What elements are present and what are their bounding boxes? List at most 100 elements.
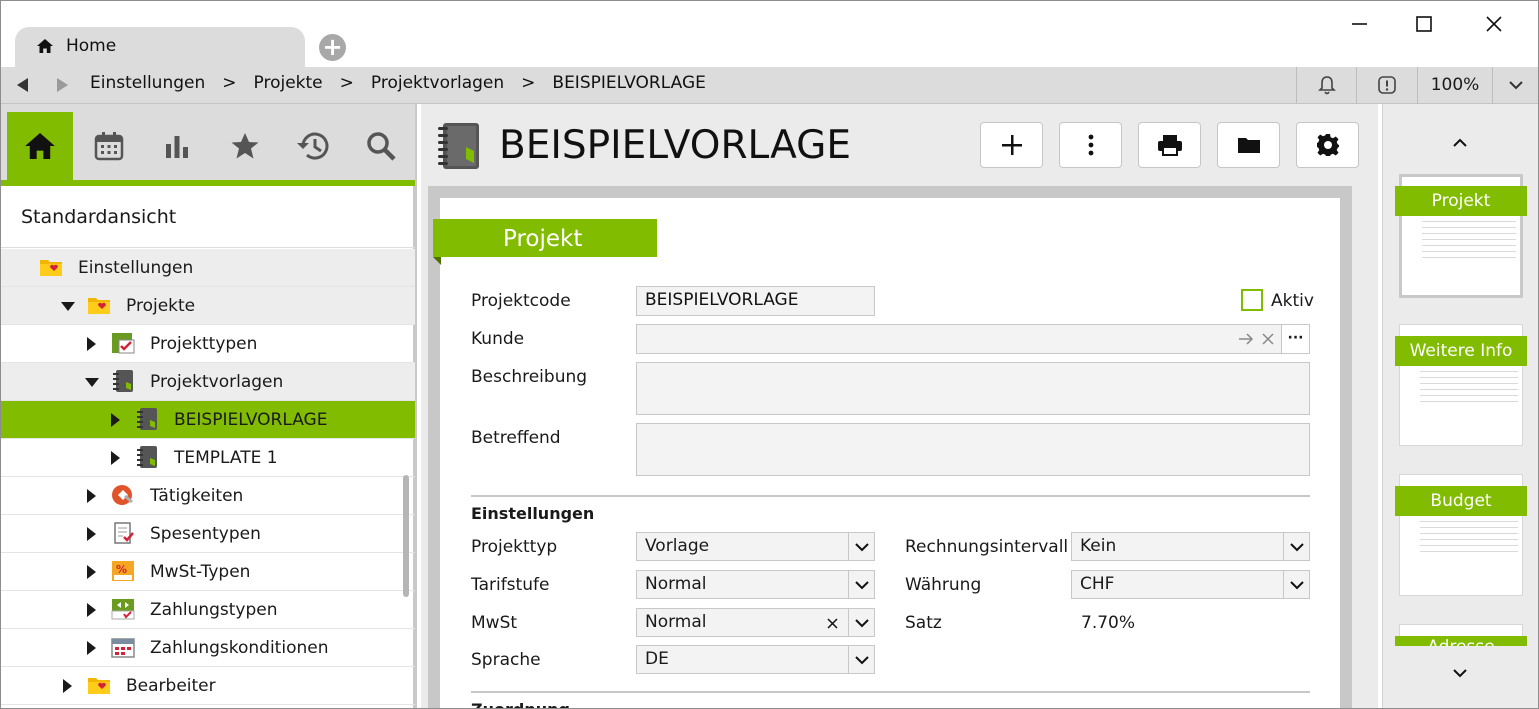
sidebar-favorites-button[interactable] bbox=[212, 112, 278, 180]
bar-chart-icon bbox=[166, 136, 188, 158]
zoom-level[interactable]: 100% bbox=[1417, 67, 1492, 103]
settings-button[interactable] bbox=[1296, 122, 1359, 168]
chevron-down-icon bbox=[854, 655, 869, 664]
minimize-icon[interactable] bbox=[1339, 9, 1379, 39]
tree-item[interactable]: BEISPIELVORLAGE bbox=[1, 401, 415, 439]
chevron-down-icon bbox=[854, 580, 869, 589]
tab-home[interactable]: Home bbox=[15, 27, 305, 67]
sidebar: Standardansicht Einstellungen Projekte Pro… bbox=[1, 104, 417, 708]
notebook-icon bbox=[135, 446, 159, 468]
breadcrumb-separator: > bbox=[521, 73, 536, 93]
tree-item[interactable]: Einstellungen bbox=[1, 249, 415, 287]
new-tab-button[interactable]: + bbox=[319, 34, 346, 61]
sidebar-search-button[interactable] bbox=[348, 112, 414, 180]
tree-item[interactable]: Bearbeiter bbox=[1, 667, 415, 705]
back-arrow-icon[interactable] bbox=[17, 78, 29, 92]
tree-item[interactable]: Projektvorlagen bbox=[1, 363, 415, 401]
kunde-field[interactable] bbox=[636, 324, 1310, 354]
sprache-value: DE bbox=[645, 649, 669, 669]
collapse-arrow-icon[interactable] bbox=[111, 451, 120, 465]
alert-button[interactable] bbox=[1356, 67, 1417, 103]
tree-item[interactable]: Projekte bbox=[1, 287, 415, 325]
waehrung-select[interactable]: CHF bbox=[1071, 570, 1310, 599]
sprache-select[interactable]: DE bbox=[636, 645, 875, 674]
tarifstufe-select[interactable]: Normal bbox=[636, 570, 875, 599]
maximize-icon[interactable] bbox=[1404, 9, 1444, 39]
dropdown-toggle[interactable] bbox=[848, 646, 874, 673]
sidebar-calendar-button[interactable] bbox=[76, 112, 142, 180]
chevron-down-icon bbox=[1508, 81, 1523, 90]
collapse-arrow-icon[interactable] bbox=[87, 337, 96, 351]
sidebar-history-button[interactable] bbox=[280, 112, 346, 180]
tree-item-label: BEISPIELVORLAGE bbox=[174, 410, 328, 430]
tree-item[interactable]: Spesentypen bbox=[1, 515, 415, 553]
chevron-up-icon[interactable] bbox=[1451, 136, 1469, 148]
einstellungen-heading: Einstellungen bbox=[471, 504, 595, 523]
tree-item[interactable]: Tätigkeiten bbox=[1, 477, 415, 515]
tree-item[interactable]: Projekttypen bbox=[1, 325, 415, 363]
chevron-down-icon[interactable] bbox=[1451, 668, 1469, 680]
chevron-down-icon bbox=[1289, 542, 1304, 551]
more-options-button[interactable] bbox=[1059, 122, 1122, 168]
collapse-arrow-icon[interactable] bbox=[87, 489, 96, 503]
breadcrumb-separator: > bbox=[339, 73, 354, 93]
expand-arrow-icon[interactable] bbox=[61, 302, 75, 311]
zoom-dropdown[interactable] bbox=[1492, 67, 1538, 103]
tree-item-label: Projekte bbox=[126, 296, 196, 316]
rechnungsintervall-select[interactable]: Kein bbox=[1071, 532, 1310, 561]
projekttyp-select[interactable]: Vorlage bbox=[636, 532, 875, 561]
dropdown-toggle[interactable] bbox=[1283, 571, 1309, 598]
tree-item[interactable]: Zahlungstypen bbox=[1, 591, 415, 629]
forward-arrow-icon[interactable] bbox=[56, 78, 68, 92]
tree-item-label: TEMPLATE 1 bbox=[174, 448, 278, 468]
breadcrumb-item[interactable]: Projektvorlagen bbox=[371, 73, 504, 93]
kunde-label: Kunde bbox=[471, 329, 525, 349]
collapse-arrow-icon[interactable] bbox=[87, 603, 96, 617]
projektcode-field[interactable]: BEISPIELVORLAGE bbox=[636, 286, 875, 316]
add-button[interactable] bbox=[980, 122, 1043, 168]
betreffend-field[interactable] bbox=[636, 423, 1310, 476]
beschreibung-label: Beschreibung bbox=[471, 367, 588, 387]
sidebar-toolbar bbox=[1, 104, 415, 186]
close-icon[interactable] bbox=[1474, 9, 1514, 39]
mwst-select[interactable]: Normal bbox=[636, 608, 875, 637]
collapse-arrow-icon[interactable] bbox=[87, 641, 96, 655]
expand-arrow-icon[interactable] bbox=[85, 378, 99, 387]
beschreibung-field[interactable] bbox=[636, 362, 1310, 415]
dropdown-toggle[interactable] bbox=[848, 533, 874, 560]
breadcrumb-item[interactable]: BEISPIELVORLAGE bbox=[552, 73, 705, 93]
dropdown-toggle[interactable] bbox=[848, 571, 874, 598]
arrow-right-icon[interactable] bbox=[1238, 332, 1254, 346]
notification-button[interactable] bbox=[1296, 67, 1356, 103]
dropdown-toggle[interactable] bbox=[848, 609, 874, 636]
payment-type-icon bbox=[111, 598, 135, 620]
waehrung-value: CHF bbox=[1080, 574, 1115, 594]
breadcrumb-item[interactable]: Projekte bbox=[254, 73, 323, 93]
page-title: BEISPIELVORLAGE bbox=[499, 123, 852, 168]
clear-icon[interactable] bbox=[827, 618, 838, 629]
collapse-arrow-icon[interactable] bbox=[87, 527, 96, 541]
clear-icon[interactable] bbox=[1262, 333, 1274, 345]
collapse-arrow-icon[interactable] bbox=[111, 413, 120, 427]
tree-item[interactable]: % MwSt-Typen bbox=[1, 553, 415, 591]
tree-item-label: Tätigkeiten bbox=[150, 486, 244, 506]
projekttyp-value: Vorlage bbox=[645, 536, 710, 556]
tree-item-label: Spesentypen bbox=[150, 524, 261, 544]
collapse-arrow-icon[interactable] bbox=[63, 679, 72, 693]
zuordnung-heading: Zuordnung bbox=[471, 700, 570, 708]
folder-button[interactable] bbox=[1217, 122, 1280, 168]
tree-item-label: Einstellungen bbox=[78, 258, 194, 278]
dropdown-toggle[interactable] bbox=[1283, 533, 1309, 560]
sidebar-view-selector[interactable]: Standardansicht bbox=[1, 186, 415, 248]
aktiv-checkbox[interactable] bbox=[1241, 289, 1263, 311]
tree-item[interactable]: Zahlungskonditionen bbox=[1, 629, 415, 667]
sidebar-scrollbar[interactable] bbox=[403, 475, 409, 597]
tree-item[interactable]: TEMPLATE 1 bbox=[1, 439, 415, 477]
print-button[interactable] bbox=[1138, 122, 1201, 168]
sidebar-reports-button[interactable] bbox=[144, 112, 210, 180]
rechnungsintervall-value: Kein bbox=[1080, 536, 1117, 556]
collapse-arrow-icon[interactable] bbox=[87, 565, 96, 579]
breadcrumb-item[interactable]: Einstellungen bbox=[90, 73, 205, 93]
kunde-more-button[interactable]: ··· bbox=[1281, 324, 1310, 354]
sidebar-home-button[interactable] bbox=[7, 112, 73, 180]
